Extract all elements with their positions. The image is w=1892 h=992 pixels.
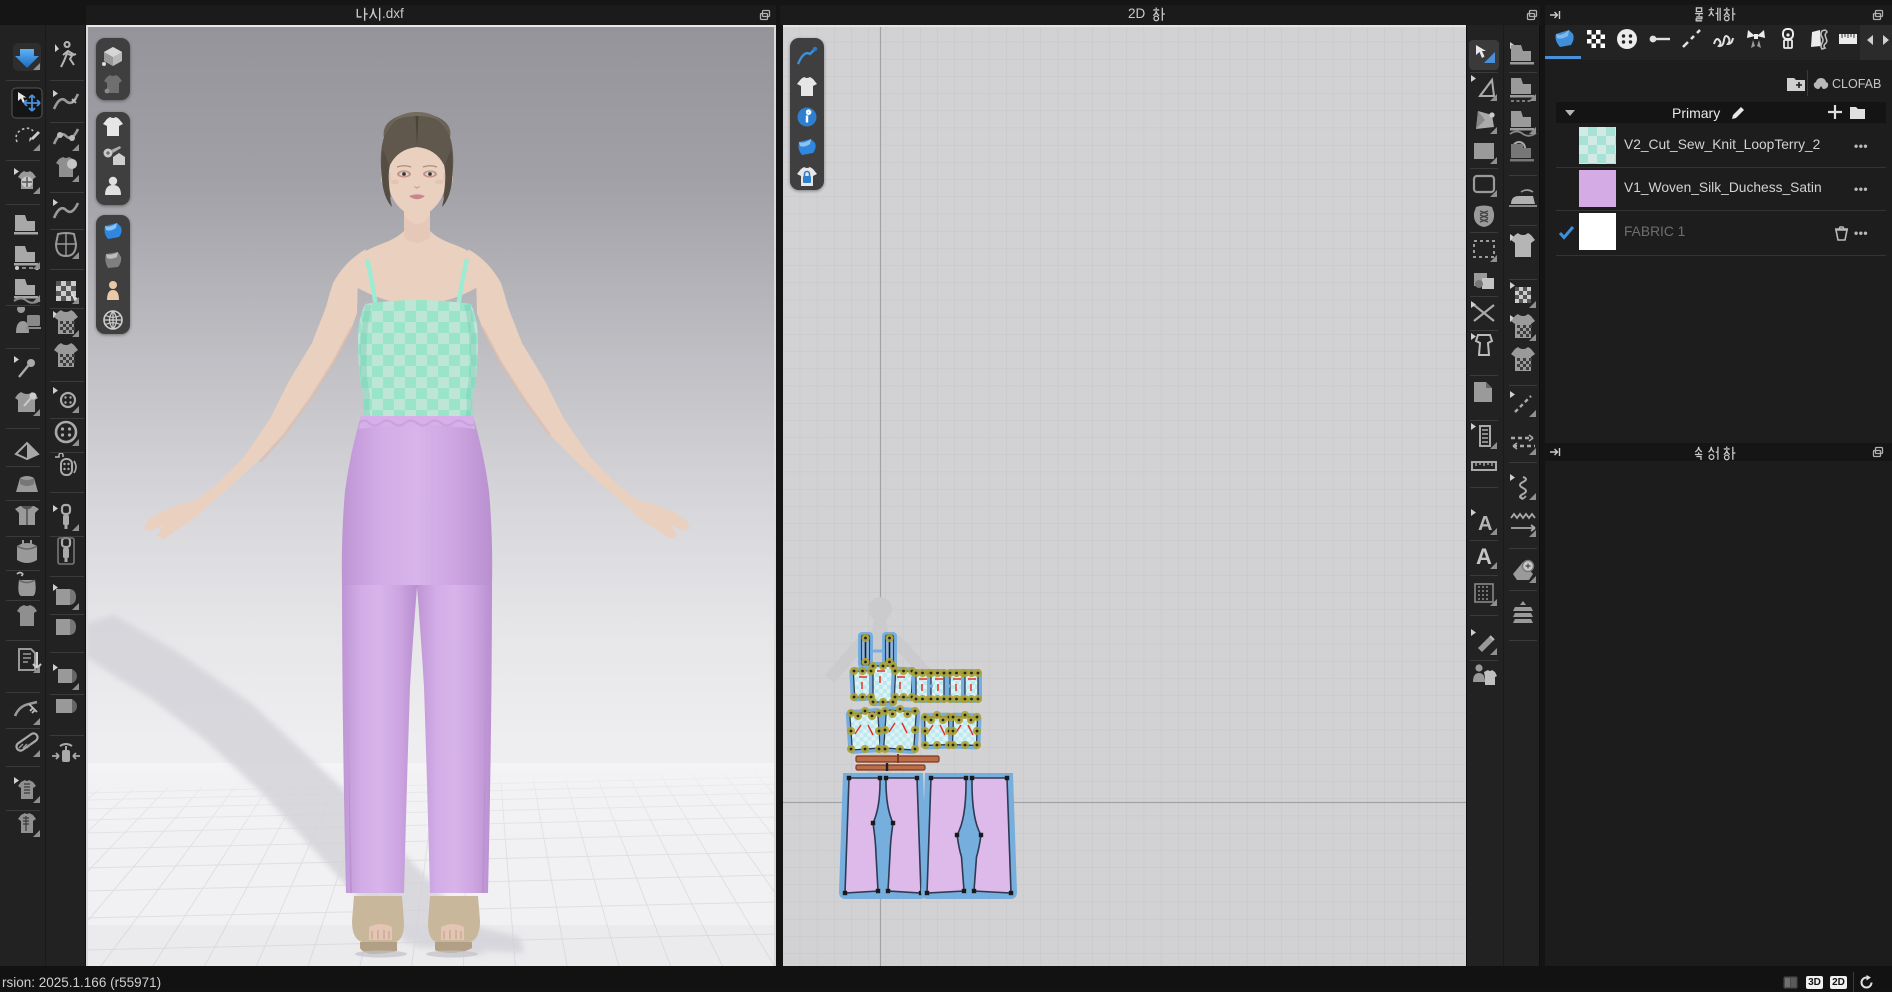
- svg-text:A: A: [1476, 544, 1492, 569]
- svg-text:A: A: [1478, 513, 1492, 535]
